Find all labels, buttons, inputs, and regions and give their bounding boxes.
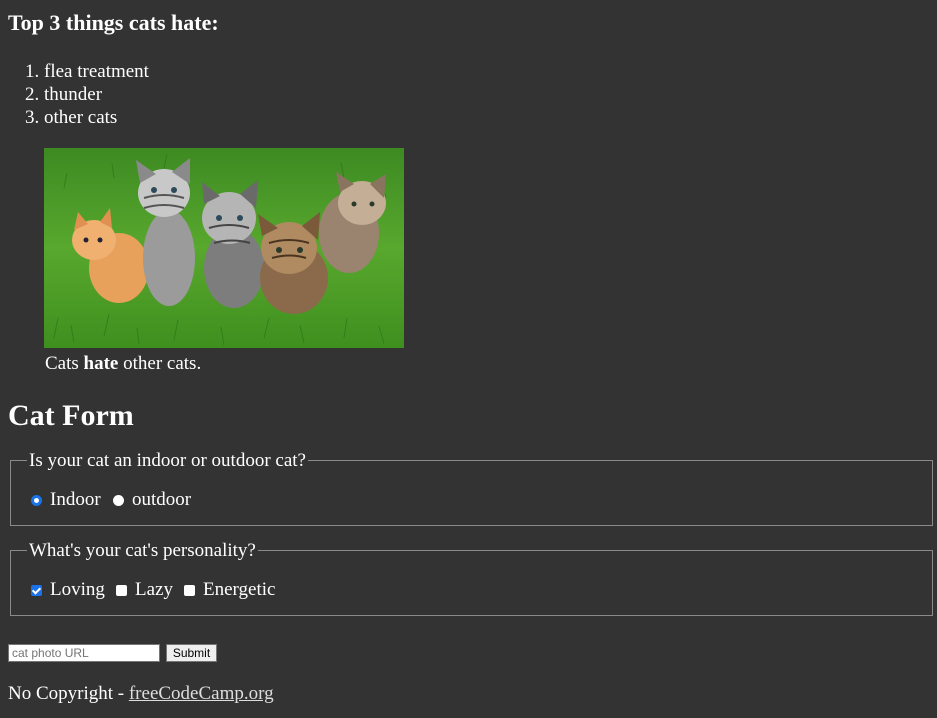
checkbox-loving[interactable]: Loving [31, 579, 105, 601]
footer-text: No Copyright - [8, 683, 129, 704]
radio-label: outdoor [132, 489, 192, 510]
page: Top 3 things cats hate: flea treatment t… [0, 0, 937, 718]
submit-button[interactable]: Submit [166, 644, 217, 662]
freecodecamp-link[interactable]: freeCodeCamp.org [129, 683, 274, 704]
kittens-photo [44, 148, 404, 348]
cat-photo-url-input[interactable] [8, 644, 160, 662]
checkbox[interactable] [31, 584, 42, 596]
radio-button[interactable] [113, 494, 124, 506]
hate-list: flea treatment thunder other cats [20, 60, 149, 129]
indoor-outdoor-legend: Is your cat an indoor or outdoor cat? [27, 450, 308, 472]
radio-indoor[interactable]: Indoor [31, 489, 101, 511]
list-item: thunder [44, 83, 149, 106]
checkbox-label: Loving [50, 579, 105, 600]
checkbox[interactable] [116, 584, 127, 596]
personality-legend: What's your cat's personality? [27, 540, 258, 562]
checkbox-label: Lazy [135, 579, 173, 600]
radio-outdoor[interactable]: outdoor [113, 489, 191, 511]
indoor-outdoor-fieldset: Is your cat an indoor or outdoor cat? In… [10, 450, 933, 526]
checkbox-energetic[interactable]: Energetic [184, 579, 275, 601]
figure [44, 148, 404, 348]
radio-label: Indoor [50, 489, 101, 510]
personality-fieldset: What's your cat's personality? Loving La… [10, 540, 933, 616]
form-title: Cat Form [8, 399, 134, 432]
checkbox-lazy[interactable]: Lazy [116, 579, 173, 601]
caption-text: Cats [45, 353, 84, 374]
footer: No Copyright - freeCodeCamp.org [8, 682, 274, 706]
list-item: flea treatment [44, 60, 149, 83]
radio-button[interactable] [31, 494, 42, 506]
section-title: Top 3 things cats hate: [8, 10, 219, 35]
caption-text: other cats. [118, 353, 202, 374]
photo-caption: Cats hate other cats. [45, 352, 201, 376]
list-item: other cats [44, 106, 149, 129]
checkbox[interactable] [184, 584, 195, 596]
caption-emphasis: hate [83, 353, 119, 374]
checkbox-label: Energetic [203, 579, 276, 600]
